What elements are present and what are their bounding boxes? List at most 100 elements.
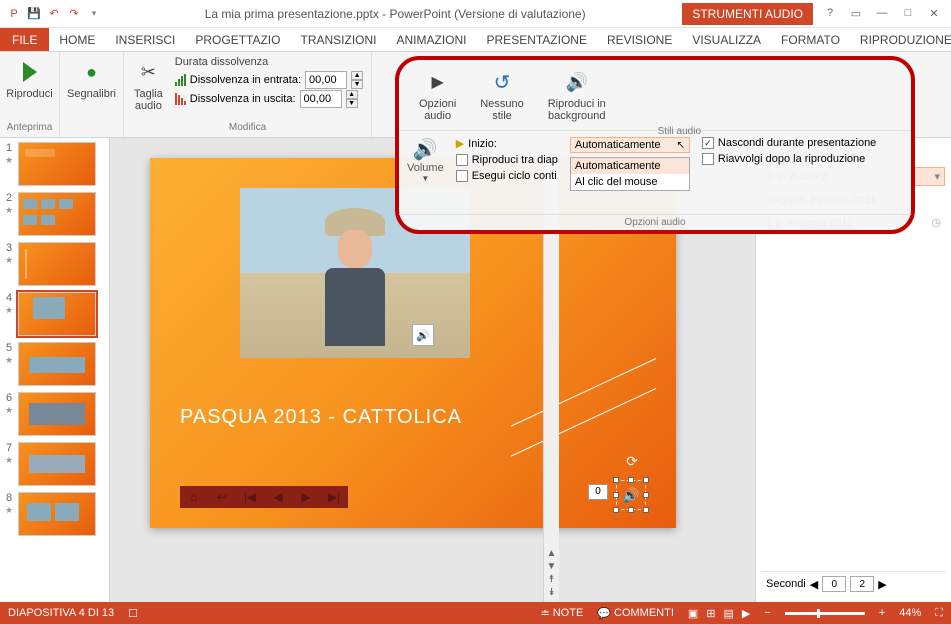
- comments-button[interactable]: 💬COMMENTI: [597, 607, 674, 620]
- nav-return-icon[interactable]: ↩: [208, 486, 236, 508]
- loop-label: Esegui ciclo conti: [472, 170, 557, 182]
- maximize-icon[interactable]: □: [899, 7, 917, 20]
- thumb-8[interactable]: 8★: [4, 492, 105, 536]
- thumb-7[interactable]: 7★: [4, 442, 105, 486]
- no-style-label: Nessuno stile: [480, 98, 523, 122]
- audio-options-button[interactable]: ▶ Opzioni audio: [417, 66, 458, 124]
- prev-slide-icon[interactable]: ⯭: [549, 574, 555, 585]
- nav-home-icon[interactable]: ⌂: [180, 486, 208, 508]
- zoom-in-icon[interactable]: +: [879, 607, 885, 619]
- reading-view-icon[interactable]: ▤: [724, 607, 734, 620]
- cursor-icon: ↖: [677, 140, 685, 151]
- nav-first-icon[interactable]: |◀: [236, 486, 264, 508]
- fade-in-down[interactable]: ▼: [351, 80, 363, 89]
- start-dropdown[interactable]: Automaticamente ↖: [570, 137, 690, 153]
- tab-file[interactable]: FILE: [0, 28, 49, 51]
- fade-out-down[interactable]: ▼: [346, 99, 358, 108]
- tab-progettazione[interactable]: PROGETTAZIO: [185, 28, 290, 51]
- nav-next-icon[interactable]: ▶: [292, 486, 320, 508]
- scroll-up-icon[interactable]: ▲: [547, 548, 557, 559]
- zoom-value[interactable]: 44%: [899, 607, 921, 619]
- tab-inserisci[interactable]: INSERISCI: [105, 28, 185, 51]
- slide-title[interactable]: PASQUA 2013 - CATTOLICA: [180, 406, 462, 429]
- tab-revisione[interactable]: REVISIONE: [597, 28, 682, 51]
- redo-icon[interactable]: ↷: [66, 6, 82, 22]
- timeline-prev-icon[interactable]: ◀: [810, 578, 818, 591]
- speaker-bg-icon: 🔊: [563, 68, 591, 96]
- help-icon[interactable]: ?: [821, 7, 839, 20]
- slide-thumbnails[interactable]: 1★ 2★ 3★ 4★ 5★ 6★ 7★ 8★: [0, 138, 110, 602]
- start-option-click[interactable]: Al clic del mouse: [571, 174, 689, 190]
- seconds-end-input[interactable]: [850, 576, 874, 592]
- zoom-slider[interactable]: [785, 612, 865, 615]
- start-dropdown-list: Automaticamente Al clic del mouse: [570, 157, 690, 191]
- audio-options-callout: ▶ Opzioni audio ↺ Nessuno stile 🔊 Riprod…: [395, 56, 915, 234]
- contextual-tab-audio[interactable]: STRUMENTI AUDIO: [682, 3, 813, 25]
- seconds-label: Secondi: [766, 578, 806, 590]
- tab-home[interactable]: HOME: [49, 28, 105, 51]
- bookmark-icon: ●: [78, 58, 106, 86]
- fade-in-up[interactable]: ▲: [351, 71, 363, 80]
- close-icon[interactable]: ✕: [925, 7, 943, 20]
- tab-riproduzione[interactable]: RIPRODUZIONE: [850, 28, 951, 51]
- play-background-button[interactable]: 🔊 Riproduci in background: [546, 66, 608, 124]
- ribbon-collapse-icon[interactable]: ▭: [847, 7, 865, 20]
- chevron-down-icon[interactable]: ▾: [934, 170, 940, 183]
- tab-formato[interactable]: FORMATO: [771, 28, 850, 51]
- comment-icon: 💬: [597, 607, 611, 620]
- save-icon[interactable]: 💾: [26, 6, 42, 22]
- notes-icon: ≐: [541, 607, 550, 620]
- slide-nav-buttons: ⌂ ↩ |◀ ◀ ▶ ▶|: [180, 486, 348, 508]
- thumb-3[interactable]: 3★: [4, 242, 105, 286]
- thumb-5[interactable]: 5★: [4, 342, 105, 386]
- audio-object-selected[interactable]: [616, 480, 646, 510]
- tab-transizioni[interactable]: TRANSIZIONI: [290, 28, 386, 51]
- qat-more-icon[interactable]: ▾: [86, 6, 102, 22]
- thumb-4[interactable]: 4★: [4, 292, 105, 336]
- slideshow-view-icon[interactable]: ▶: [742, 607, 750, 620]
- minimize-icon[interactable]: —: [873, 7, 891, 20]
- tab-presentazione[interactable]: PRESENTAZIONE: [477, 28, 597, 51]
- tab-animazioni[interactable]: ANIMAZIONI: [387, 28, 477, 51]
- fade-in-input[interactable]: [305, 71, 347, 89]
- fade-out-up[interactable]: ▲: [346, 90, 358, 99]
- play-across-checkbox[interactable]: [456, 154, 468, 166]
- notes-button[interactable]: ≐NOTE: [541, 607, 584, 620]
- spellcheck-icon[interactable]: ☐: [128, 607, 138, 620]
- rotate-handle-icon[interactable]: ⟳: [626, 453, 638, 470]
- app-icon: P: [6, 6, 22, 22]
- next-slide-icon[interactable]: ⯯: [549, 587, 555, 598]
- start-option-auto[interactable]: Automaticamente: [571, 158, 689, 174]
- timeline-next-icon[interactable]: ▶: [878, 578, 886, 591]
- fit-window-icon[interactable]: ⛶: [935, 607, 943, 620]
- thumb-6[interactable]: 6★: [4, 392, 105, 436]
- normal-view-icon[interactable]: ▣: [688, 607, 698, 620]
- undo-icon[interactable]: ↶: [46, 6, 62, 22]
- sorter-view-icon[interactable]: ⊞: [706, 607, 715, 620]
- play-icon: [23, 62, 37, 82]
- nav-prev-icon[interactable]: ◀: [264, 486, 292, 508]
- bookmarks-button[interactable]: ● Segnalibri: [65, 56, 118, 102]
- fade-out-input[interactable]: [300, 90, 342, 108]
- thumb-2[interactable]: 2★: [4, 192, 105, 236]
- no-style-icon: ↺: [488, 68, 516, 96]
- scroll-down-icon[interactable]: ▼: [547, 561, 557, 572]
- nav-last-icon[interactable]: ▶|: [320, 486, 348, 508]
- scissors-icon: ✂: [134, 58, 162, 86]
- seconds-start-input[interactable]: [822, 576, 846, 592]
- play-bg-label: Riproduci in background: [548, 98, 606, 122]
- volume-button[interactable]: 🔊 Volume ▼: [407, 137, 444, 208]
- zoom-out-icon[interactable]: −: [764, 607, 770, 619]
- tab-visualizza[interactable]: VISUALIZZA: [682, 28, 771, 51]
- no-style-button[interactable]: ↺ Nessuno stile: [478, 66, 525, 124]
- trim-audio-button[interactable]: ✂ Taglia audio: [132, 56, 165, 114]
- audio-clip-icon[interactable]: 🔊: [412, 324, 434, 346]
- thumb-1[interactable]: 1★: [4, 142, 105, 186]
- hide-checkbox[interactable]: [702, 137, 714, 149]
- chevron-down-icon: ▼: [421, 174, 429, 183]
- rewind-checkbox[interactable]: [702, 153, 714, 165]
- play-button[interactable]: Riproduci: [4, 56, 54, 102]
- loop-checkbox[interactable]: [456, 170, 468, 182]
- group-anteprima: Anteprima: [7, 120, 53, 133]
- group-opzioni-audio: Opzioni audio: [399, 214, 911, 230]
